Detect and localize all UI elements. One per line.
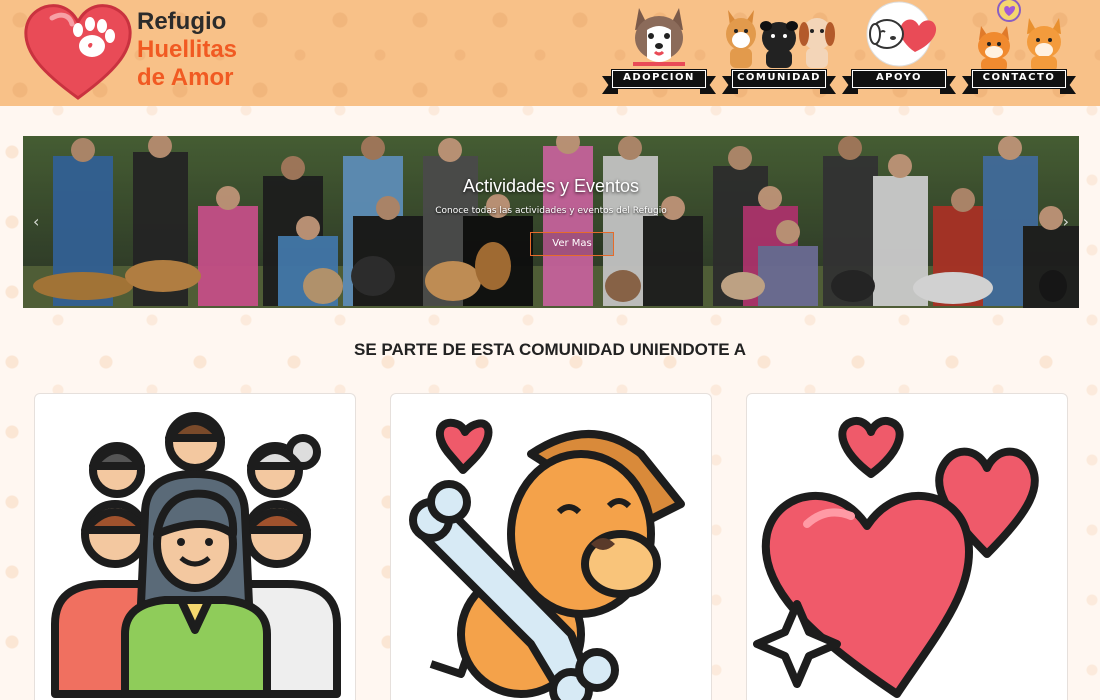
dogs-group-icon — [726, 10, 835, 68]
nav-label: CONTACTO — [982, 72, 1056, 83]
brand-line-1: Refugio — [137, 8, 227, 35]
community-people-icon — [51, 412, 341, 698]
card-apoyo[interactable] — [746, 393, 1068, 700]
shiba-chat-icon — [978, 0, 1061, 72]
dog-bone-heart-icon — [409, 418, 685, 700]
nav-label: COMUNIDAD — [737, 72, 821, 83]
nav-label: APOYO — [875, 72, 923, 83]
hearts-sparkle-icon — [753, 417, 1039, 698]
nav-contacto[interactable]: CONTACTO — [962, 0, 1076, 100]
site-header: Refugio Huellitas de Amor ADOPCION COMUN… — [0, 0, 1100, 106]
ribbon-comunidad: COMUNIDAD — [722, 69, 836, 94]
husky-icon — [633, 8, 685, 66]
ribbon-apoyo: APOYO — [842, 69, 956, 94]
nav-comunidad[interactable]: COMUNIDAD — [722, 0, 836, 100]
ribbon-contacto: CONTACTO — [962, 69, 1076, 94]
nav-apoyo[interactable]: APOYO — [842, 0, 956, 100]
dog-hug-heart-icon — [866, 1, 937, 67]
ver-mas-button[interactable]: Ver Mas — [530, 232, 614, 256]
hero-carousel[interactable]: Actividades y Eventos Conoce todas las a… — [23, 136, 1079, 308]
hero-title: Actividades y Eventos — [462, 176, 640, 196]
section-title: SE PARTE DE ESTA COMUNIDAD UNIENDOTE A — [354, 340, 746, 359]
brand-line-2: Huellitas — [137, 36, 238, 63]
heart-paw-icon[interactable] — [22, 2, 134, 102]
card-comunidad[interactable] — [34, 393, 356, 700]
ribbon-adopcion: ADOPCION — [602, 69, 716, 94]
hero-subtitle: Conoce todas las actividades y eventos d… — [435, 206, 667, 216]
card-adopcion[interactable] — [390, 393, 712, 700]
nav-adopcion[interactable]: ADOPCION — [602, 0, 716, 100]
nav-label: ADOPCION — [623, 72, 695, 83]
brand-name[interactable]: Refugio Huellitas de Amor — [137, 8, 237, 92]
carousel-next-arrow-icon[interactable]: › — [1063, 212, 1069, 231]
brand-line-3: de Amor — [137, 64, 234, 91]
carousel-prev-arrow-icon[interactable]: ‹ — [33, 212, 39, 231]
group-photo-image — [23, 136, 1079, 308]
